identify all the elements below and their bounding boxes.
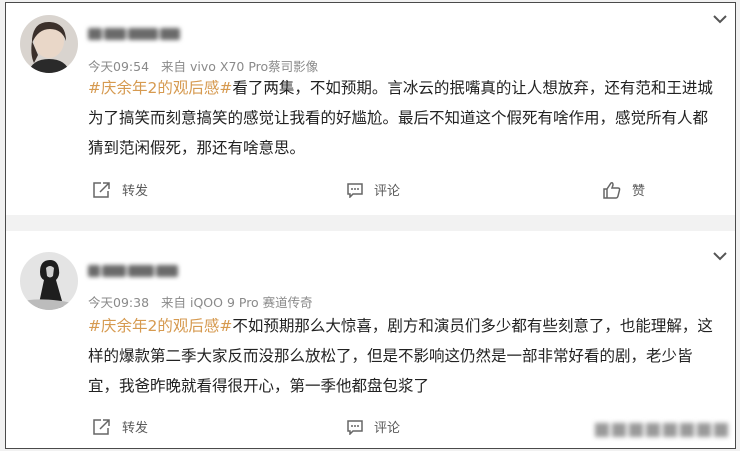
- comment-button[interactable]: 评论: [346, 417, 400, 436]
- chevron-down-icon[interactable]: [711, 247, 729, 265]
- comment-icon: [347, 182, 363, 198]
- comment-label: 评论: [374, 421, 401, 436]
- comment-icon: [347, 419, 363, 435]
- post-meta: 今天09:38 来自 iQOO 9 Pro 赛道传奇: [88, 292, 321, 311]
- feed-screenshot: 今天09:54 来自 vivo X70 Pro蔡司影像 #庆余年2的观后感#看了…: [5, 2, 736, 449]
- post-content: #庆余年2的观后感#看了两集，不如预期。言冰云的抿嘴真的让人想放弃，还有范和王进…: [88, 73, 718, 163]
- like-label: 赞: [632, 184, 646, 199]
- like-icon: [603, 181, 621, 199]
- chevron-down-icon[interactable]: [711, 10, 729, 28]
- post-source: 来自 iQOO 9 Pro 赛道传奇: [161, 295, 313, 310]
- post-time: 今天09:38: [88, 295, 150, 310]
- comment-button[interactable]: 评论: [346, 180, 400, 199]
- action-bar: 转发 评论 赞: [6, 180, 735, 202]
- hashtag-link[interactable]: #庆余年2的观后感#: [88, 79, 232, 97]
- repost-label: 转发: [122, 421, 149, 436]
- avatar[interactable]: [20, 15, 78, 73]
- like-button[interactable]: 赞: [602, 180, 645, 199]
- blurred-watermark: [595, 423, 728, 437]
- repost-button[interactable]: 转发: [92, 417, 148, 436]
- post-time: 今天09:54: [88, 59, 150, 74]
- weibo-post: 今天09:38 来自 iQOO 9 Pro 赛道传奇 #庆余年2的观后感#不如预…: [6, 231, 735, 448]
- post-divider: [6, 215, 735, 231]
- post-source: 来自 vivo X70 Pro蔡司影像: [161, 59, 319, 74]
- comment-label: 评论: [374, 184, 401, 199]
- avatar[interactable]: [20, 252, 78, 310]
- repost-icon: [93, 418, 110, 435]
- weibo-post: 今天09:54 来自 vivo X70 Pro蔡司影像 #庆余年2的观后感#看了…: [6, 3, 735, 215]
- repost-icon: [93, 181, 110, 198]
- hashtag-link[interactable]: #庆余年2的观后感#: [88, 317, 232, 335]
- username-redacted: [88, 262, 180, 280]
- repost-button[interactable]: 转发: [92, 180, 148, 199]
- repost-label: 转发: [122, 184, 149, 199]
- username-redacted: [88, 25, 182, 43]
- post-content: #庆余年2的观后感#不如预期那么大惊喜，剧方和演员们多少都有些刻意了，也能理解，…: [88, 311, 718, 401]
